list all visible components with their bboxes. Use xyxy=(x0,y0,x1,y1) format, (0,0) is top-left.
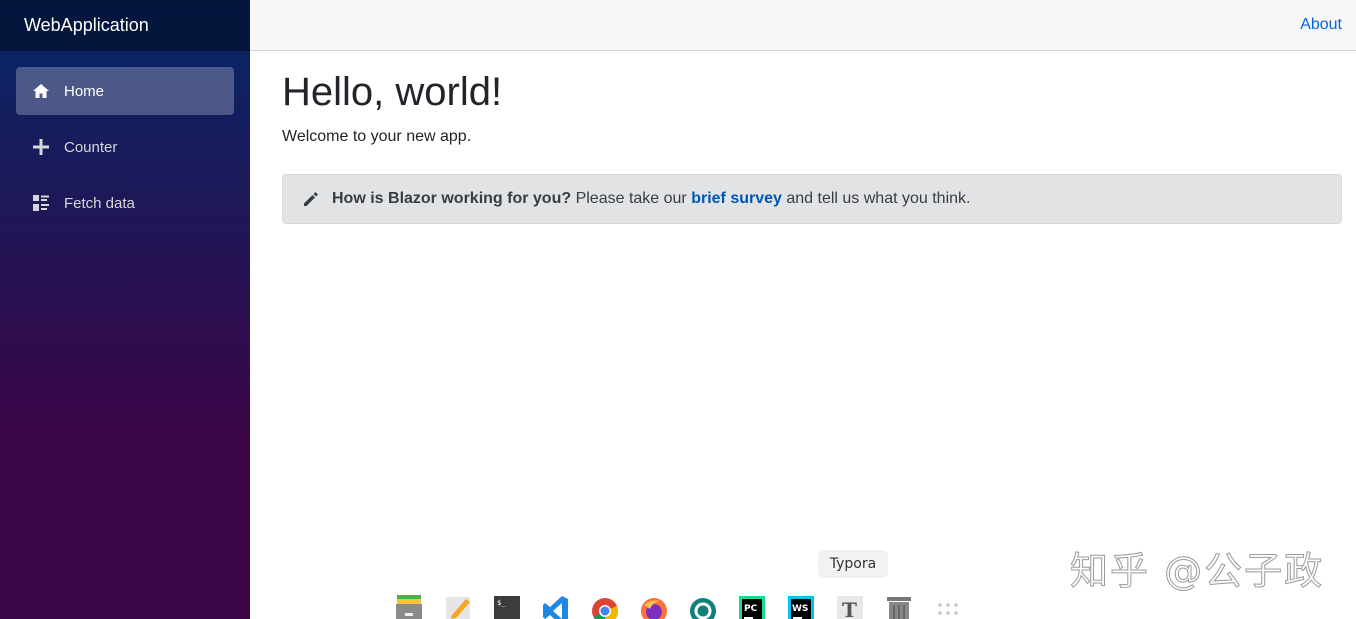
pycharm-icon[interactable]: PC xyxy=(738,590,766,619)
app-grid-icon[interactable] xyxy=(934,590,962,619)
about-link[interactable]: About xyxy=(1300,16,1342,34)
sidebar-item-fetch-data[interactable]: Fetch data xyxy=(16,179,234,227)
welcome-text: Welcome to your new app. xyxy=(282,128,472,145)
sidebar-item-home[interactable]: Home xyxy=(16,67,234,115)
sidebar-header: WebApplication xyxy=(0,0,250,51)
survey-link[interactable]: brief survey xyxy=(691,190,782,207)
svg-text:T: T xyxy=(842,598,857,619)
svg-text:$_: $_ xyxy=(497,599,506,607)
dock: $_ PC WS T xyxy=(395,590,962,619)
sidebar-item-counter[interactable]: Counter xyxy=(16,123,234,171)
sidebar-item-label: Fetch data xyxy=(64,194,135,212)
chrome-icon[interactable] xyxy=(591,590,619,619)
page-title: Hello, world! xyxy=(282,70,503,114)
watermark: 知乎 @公子政 xyxy=(1069,549,1325,594)
archive-manager-icon[interactable] xyxy=(395,590,423,619)
vscode-icon[interactable] xyxy=(542,590,570,619)
webstorm-icon[interactable]: WS xyxy=(787,590,815,619)
text-editor-icon[interactable] xyxy=(444,590,472,619)
sidebar-item-label: Counter xyxy=(64,138,118,156)
brand-link[interactable]: WebApplication xyxy=(24,15,149,36)
sidebar-nav: Home Counter Fetch data xyxy=(0,51,250,227)
typora-icon[interactable]: T xyxy=(836,590,864,619)
plus-icon xyxy=(32,138,50,156)
list-icon xyxy=(32,194,50,212)
pencil-icon xyxy=(302,190,320,208)
svg-text:WS: WS xyxy=(792,604,808,614)
top-row: About xyxy=(250,0,1356,51)
home-icon xyxy=(32,82,50,100)
sidebar-item-label: Home xyxy=(64,82,105,100)
trash-icon[interactable] xyxy=(885,590,913,619)
svg-text:PC: PC xyxy=(744,604,758,614)
main-content: Hello, world! Welcome to your new app. H… xyxy=(282,70,1342,224)
dock-tooltip: Typora xyxy=(818,550,888,578)
survey-text-after: and tell us what you think. xyxy=(781,190,971,207)
firefox-icon[interactable] xyxy=(640,590,668,619)
terminal-icon[interactable]: $_ xyxy=(493,590,521,619)
survey-text-before: Please take our xyxy=(571,190,692,207)
camera-app-icon[interactable] xyxy=(689,590,717,619)
survey-text: How is Blazor working for you? Please ta… xyxy=(332,190,970,208)
sidebar: WebApplication Home Counter Fetch data xyxy=(0,0,250,619)
survey-alert: How is Blazor working for you? Please ta… xyxy=(282,174,1342,224)
survey-question: How is Blazor working for you? xyxy=(332,190,572,207)
